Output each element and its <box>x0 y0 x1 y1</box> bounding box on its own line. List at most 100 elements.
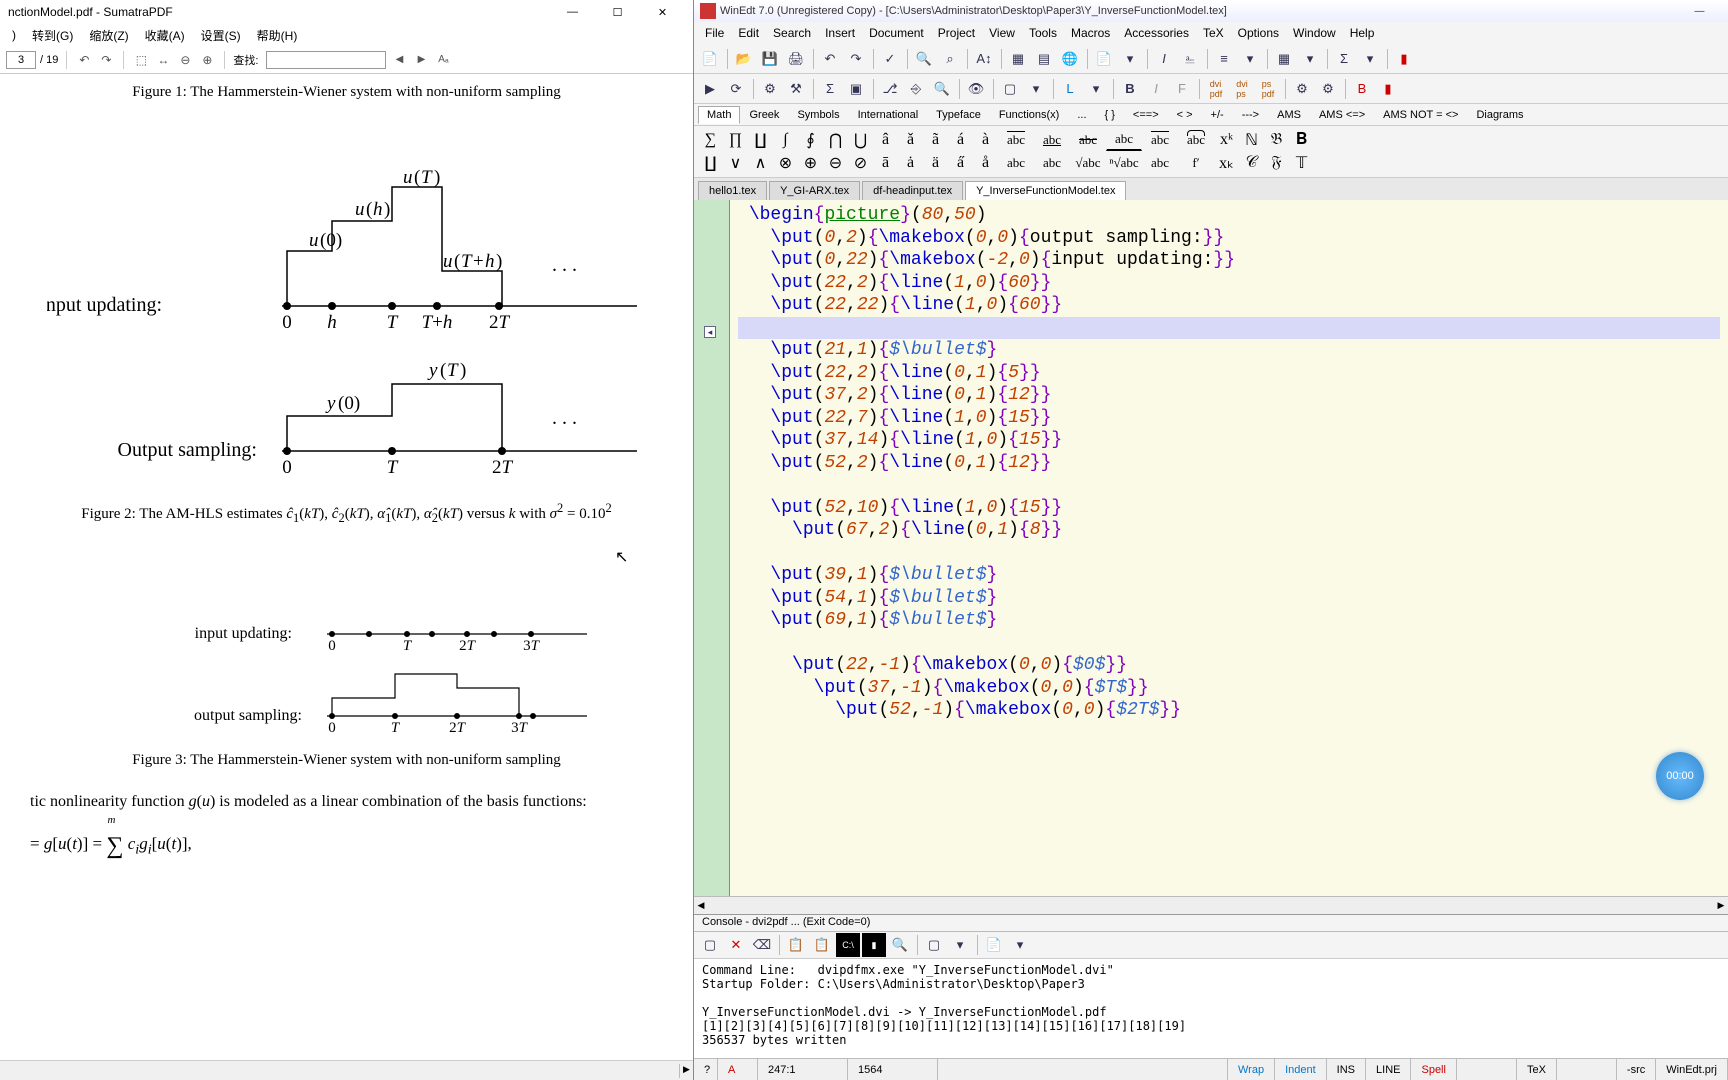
math-symbol[interactable]: ∮ <box>798 129 823 151</box>
gear-icon[interactable]: ⚙ <box>1290 77 1314 101</box>
math-symbol[interactable]: 𝐁 <box>1289 129 1314 151</box>
window-split-icon[interactable]: ▤ <box>1032 47 1056 71</box>
doc-icon[interactable]: 📄 <box>1092 47 1116 71</box>
zoom-in-icon[interactable]: ⊕ <box>198 51 216 69</box>
math-tab[interactable]: { } <box>1096 106 1124 124</box>
search-next-icon[interactable]: ▶ <box>412 51 430 69</box>
math-tab[interactable]: AMS NOT = <> <box>1374 106 1467 124</box>
math-tab[interactable]: Greek <box>740 106 788 124</box>
math-symbol[interactable]: ∨ <box>723 152 748 174</box>
console-paste-icon[interactable]: 📋 <box>810 933 834 957</box>
win-icon[interactable]: ▢ <box>998 77 1022 101</box>
math-symbol[interactable]: ⋂ <box>823 129 848 151</box>
match-case-icon[interactable]: Aₐ <box>434 51 452 69</box>
find2-icon[interactable]: 🔍 <box>930 77 954 101</box>
math-symbol[interactable]: abc <box>1034 129 1070 151</box>
menu-item[interactable]: File <box>698 26 731 40</box>
pdf-icon-red[interactable]: ▮ <box>1392 47 1416 71</box>
zoom-out-icon[interactable]: ⊖ <box>176 51 194 69</box>
menu-item[interactable]: Macros <box>1064 26 1117 40</box>
math-symbol[interactable]: ∐ <box>698 152 723 174</box>
menu-item[interactable]: Options <box>1231 26 1286 40</box>
menu-item[interactable]: 转到(G) <box>24 27 81 44</box>
console-opt-icon[interactable]: ▢ <box>922 933 946 957</box>
tex2-icon[interactable]: ⎆ <box>904 77 928 101</box>
math-symbol[interactable]: â <box>873 129 898 151</box>
file-tab[interactable]: Y_GI-ARX.tex <box>769 181 860 200</box>
search-prev-icon[interactable]: ◀ <box>390 51 408 69</box>
f-button[interactable]: F <box>1170 77 1194 101</box>
console-output[interactable]: Command Line: dvipdfmx.exe "Y_InverseFun… <box>694 958 1728 1058</box>
minimize-button[interactable]: — <box>1677 0 1722 23</box>
build2-icon[interactable]: ⚒ <box>784 77 808 101</box>
menu-item[interactable]: Help <box>1343 26 1382 40</box>
console-cmd-icon[interactable]: C:\ <box>836 933 860 957</box>
math-symbol[interactable]: ⋃ <box>848 129 873 151</box>
minimize-button[interactable]: — <box>550 0 595 24</box>
menu-item[interactable]: Accessories <box>1117 26 1196 40</box>
math-tab[interactable]: < > <box>1168 106 1202 124</box>
math-symbol[interactable]: ä <box>923 152 948 174</box>
console-clear-icon[interactable]: ⌫ <box>750 933 774 957</box>
find-icon[interactable]: 🔍 <box>912 47 936 71</box>
menu-item[interactable]: ) <box>4 28 24 42</box>
list-icon[interactable]: ≡ <box>1212 47 1236 71</box>
math-symbol[interactable]: ∑ <box>698 129 723 151</box>
math-symbol[interactable]: ℕ <box>1239 129 1264 151</box>
math-symbol[interactable]: ∫ <box>773 129 798 151</box>
menu-item[interactable]: 帮助(H) <box>249 27 306 44</box>
menu-item[interactable]: View <box>982 26 1022 40</box>
console-search-icon[interactable]: 🔍 <box>888 933 912 957</box>
menu-item[interactable]: 缩放(Z) <box>81 27 136 44</box>
math-symbol[interactable]: abc <box>1142 129 1178 151</box>
print-icon[interactable]: 🖨 <box>784 47 808 71</box>
recompile-icon[interactable]: ⟳ <box>724 77 748 101</box>
console-save-dropdown[interactable]: ▾ <box>1008 933 1032 957</box>
horizontal-scrollbar[interactable]: ▶ <box>0 1064 693 1078</box>
dvi-ps-icon[interactable]: dvips <box>1230 77 1254 101</box>
maximize-button[interactable]: ☐ <box>595 0 640 24</box>
page-build-icon[interactable]: ▣ <box>844 77 868 101</box>
menu-item[interactable]: Window <box>1286 26 1343 40</box>
math-symbol[interactable]: ⁿ√abc <box>1106 152 1142 174</box>
win-dropdown-icon[interactable]: ▾ <box>1024 77 1048 101</box>
b-button[interactable]: B <box>1118 77 1142 101</box>
list-dropdown-icon[interactable]: ▾ <box>1238 47 1262 71</box>
math-symbol[interactable]: a̋ <box>948 152 973 174</box>
math-tab[interactable]: International <box>849 106 928 124</box>
math-tab[interactable]: +/- <box>1202 106 1233 124</box>
l-dropdown-icon[interactable]: ▾ <box>1084 77 1108 101</box>
menu-item[interactable]: Edit <box>731 26 766 40</box>
pdf-viewport[interactable]: Figure 1: The Hammerstein-Wiener system … <box>0 74 693 1060</box>
math-tab[interactable]: ---> <box>1233 106 1268 124</box>
gear2-icon[interactable]: ⚙ <box>1316 77 1340 101</box>
math-symbol[interactable]: xᵏ <box>1214 129 1239 151</box>
new-file-icon[interactable]: 📄 <box>698 47 722 71</box>
math-symbol[interactable]: ⊗ <box>773 152 798 174</box>
doc-dropdown-icon[interactable]: ▾ <box>1118 47 1142 71</box>
sigma-dropdown-icon[interactable]: ▾ <box>1358 47 1382 71</box>
status-prj[interactable]: WinEdt.prj <box>1656 1059 1728 1080</box>
math-symbol[interactable]: ǎ <box>898 129 923 151</box>
save-icon[interactable]: 💾 <box>758 47 782 71</box>
undo-icon[interactable]: ↶ <box>818 47 842 71</box>
math-symbol[interactable]: ⊘ <box>848 152 873 174</box>
math-symbol[interactable]: á <box>948 129 973 151</box>
math-symbol[interactable]: ⊖ <box>823 152 848 174</box>
status-src[interactable]: -src <box>1617 1059 1656 1080</box>
preview-icon[interactable]: 👁 <box>964 77 988 101</box>
status-qmark[interactable]: ? <box>694 1059 718 1080</box>
math-symbol[interactable]: ȧ <box>898 152 923 174</box>
close-button[interactable]: ✕ <box>640 0 685 24</box>
menu-item[interactable]: 收藏(A) <box>137 27 193 44</box>
search-input[interactable] <box>266 51 386 69</box>
compile-icon[interactable]: ▶ <box>698 77 722 101</box>
pdf-adobe-icon[interactable]: ▮ <box>1376 77 1400 101</box>
status-wrap[interactable]: Wrap <box>1228 1059 1275 1080</box>
editor-hscrollbar[interactable]: ◀ ▶ <box>694 896 1728 914</box>
menu-item[interactable]: TeX <box>1196 26 1231 40</box>
dvi-icon[interactable]: dvipdf <box>1204 77 1228 101</box>
ps-pdf-icon[interactable]: pspdf <box>1256 77 1280 101</box>
math-symbol[interactable]: ∧ <box>748 152 773 174</box>
math-symbol[interactable]: abc <box>1106 129 1142 151</box>
